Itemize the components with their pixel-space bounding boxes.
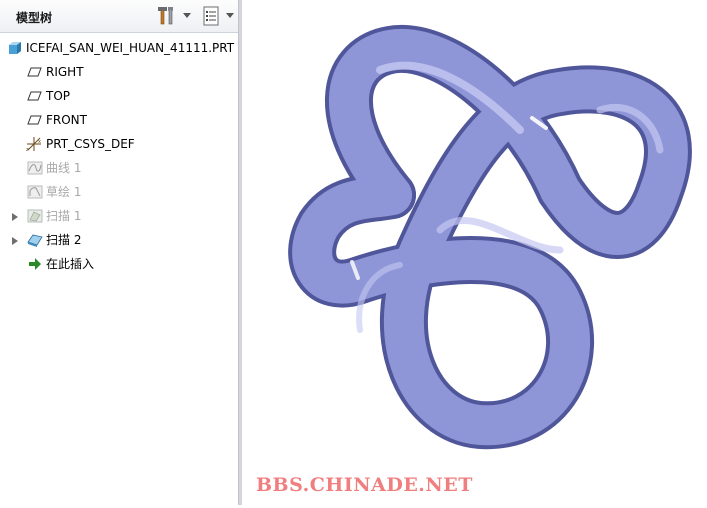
tree-item-sweep2[interactable]: 扫描 2 (0, 229, 238, 251)
sweep-icon (27, 232, 43, 248)
datum-plane-icon (27, 88, 43, 104)
hammer-wrench-icon[interactable] (156, 5, 178, 27)
model-tree-panel: 模型树 ICEFAI_SAN_WEI_HUAN_41111.PRT RIGHT … (0, 0, 238, 505)
tree-item-front[interactable]: FRONT (0, 109, 238, 131)
curve-icon (27, 160, 43, 176)
tree-item-sketch1[interactable]: 草绘 1 (0, 181, 238, 203)
settings-dropdown-arrow-icon[interactable] (183, 13, 191, 18)
tree-item-label: PRT_CSYS_DEF (46, 137, 135, 151)
sweep-icon (27, 208, 43, 224)
show-dropdown-arrow-icon[interactable] (226, 13, 234, 18)
svg-text:x: x (38, 139, 41, 145)
expand-arrow-icon[interactable] (12, 237, 18, 245)
svg-text:z: z (26, 147, 29, 152)
expand-arrow-icon[interactable] (12, 213, 18, 221)
list-document-icon[interactable] (200, 5, 222, 27)
part-icon (7, 40, 23, 56)
tree-item-label: 曲线 1 (46, 161, 82, 175)
tree-item-insert-here[interactable]: 在此插入 (0, 253, 238, 275)
panel-title: 模型树 (16, 11, 53, 25)
tree-root-label: ICEFAI_SAN_WEI_HUAN_41111.PRT (26, 41, 235, 55)
tree-item-sweep1[interactable]: 扫描 1 (0, 205, 238, 227)
tree-item-label: TOP (46, 89, 71, 103)
csys-icon: x z (25, 136, 41, 153)
sketch-icon (27, 184, 43, 200)
datum-plane-icon (27, 112, 43, 128)
tree-item-curve1[interactable]: 曲线 1 (0, 157, 238, 179)
tree-item-csys[interactable]: x z PRT_CSYS_DEF (0, 133, 238, 155)
tree-root-part[interactable]: ICEFAI_SAN_WEI_HUAN_41111.PRT (0, 37, 238, 59)
datum-plane-icon (27, 64, 43, 80)
tree-item-label: 在此插入 (46, 257, 95, 271)
tree-item-label: 扫描 2 (46, 233, 82, 247)
watermark-text: BBS.CHINADE.NET (256, 474, 473, 496)
tree-item-label: FRONT (46, 113, 87, 127)
tree-item-label: 扫描 1 (46, 209, 82, 223)
model-tree-header: 模型树 (0, 0, 238, 33)
graphics-viewport[interactable] (242, 0, 707, 505)
tree-item-label: RIGHT (46, 65, 84, 79)
tree-item-right[interactable]: RIGHT (0, 61, 238, 83)
insert-arrow-icon (27, 256, 43, 272)
tree-item-top[interactable]: TOP (0, 85, 238, 107)
tree-item-label: 草绘 1 (46, 185, 82, 199)
trefoil-knot-model (288, 24, 692, 450)
